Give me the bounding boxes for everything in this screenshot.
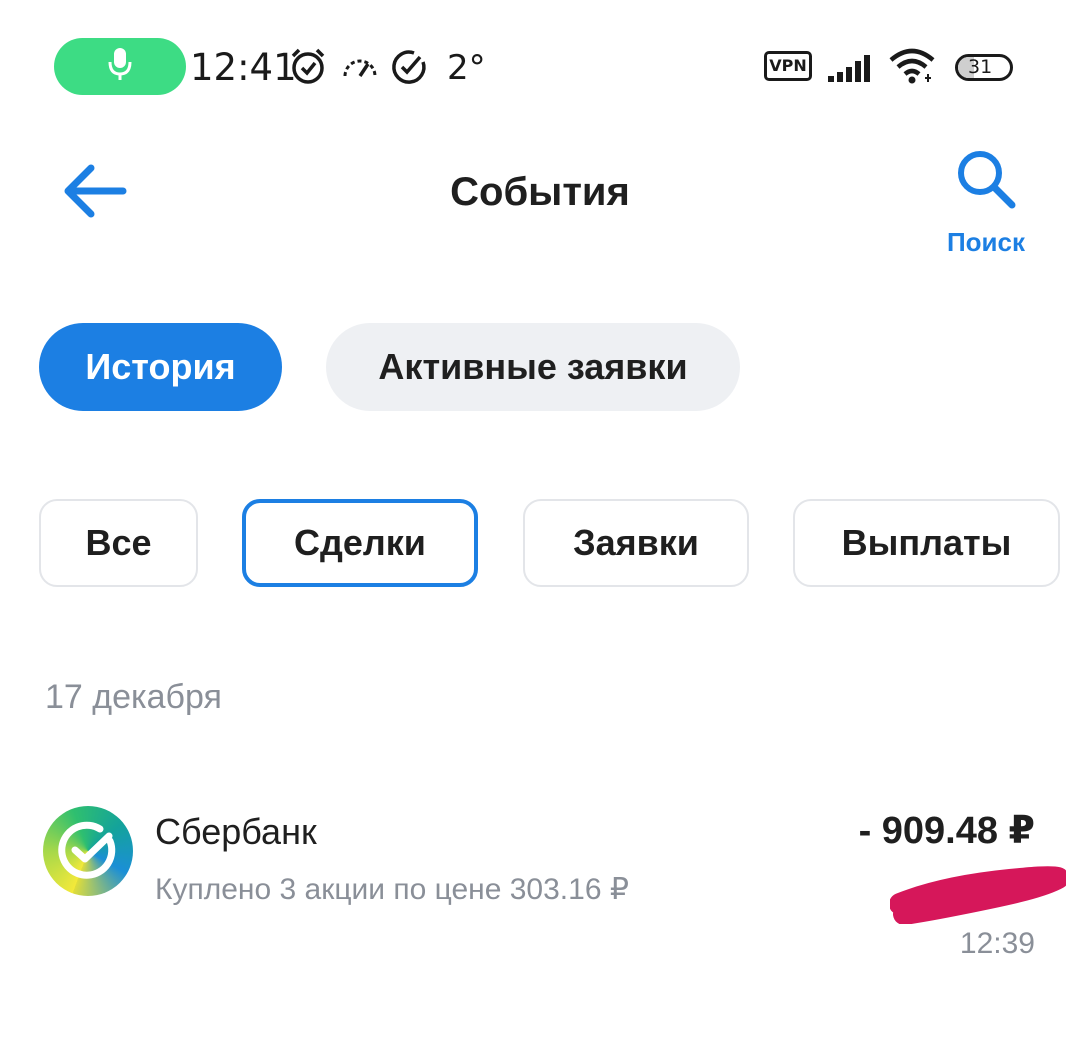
transaction-row[interactable]: Сбербанк Куплено 3 акции по цене 303.16 …	[0, 780, 1080, 980]
status-time: 12:41	[190, 46, 297, 89]
search-icon	[952, 145, 1020, 218]
filter-chip-orders[interactable]: Заявки	[523, 499, 749, 587]
transaction-amount: - 909.48 ₽	[858, 810, 1035, 852]
mic-indicator[interactable]	[54, 38, 186, 95]
transaction-name: Сбербанк	[155, 811, 317, 852]
arrow-left-icon	[61, 163, 127, 224]
check-circle-icon	[390, 48, 428, 91]
temperature: 2°	[447, 48, 486, 88]
search-button[interactable]: Поиск	[936, 140, 1040, 262]
transaction-description: Куплено 3 акции по цене 303.16 ₽	[155, 873, 629, 906]
alarm-clock-icon	[288, 46, 328, 91]
date-header: 17 декабря	[45, 678, 222, 716]
filter-chip-all[interactable]: Все	[39, 499, 198, 587]
redaction-scribble	[889, 862, 1069, 929]
search-label: Поиск	[946, 227, 1026, 257]
wifi-icon	[888, 48, 938, 89]
mic-icon	[107, 46, 133, 87]
tab-history[interactable]: История	[39, 323, 282, 411]
tab-active-orders[interactable]: Активные заявки	[326, 323, 740, 411]
filter-chip-payouts[interactable]: Выплаты	[793, 499, 1060, 587]
battery-level: 31	[968, 56, 993, 78]
filter-chip-deals[interactable]: Сделки	[242, 499, 478, 587]
sberbank-logo-icon	[43, 806, 133, 896]
vpn-badge: VPN	[764, 51, 812, 81]
page-title: События	[450, 170, 630, 214]
status-bar: 12:41 2° VPN 31	[0, 0, 1080, 130]
transaction-time: 12:39	[959, 927, 1035, 960]
speedometer-icon	[342, 54, 378, 85]
signal-icon	[828, 52, 878, 87]
back-button[interactable]	[56, 158, 132, 228]
battery-indicator: 31	[955, 54, 1013, 81]
